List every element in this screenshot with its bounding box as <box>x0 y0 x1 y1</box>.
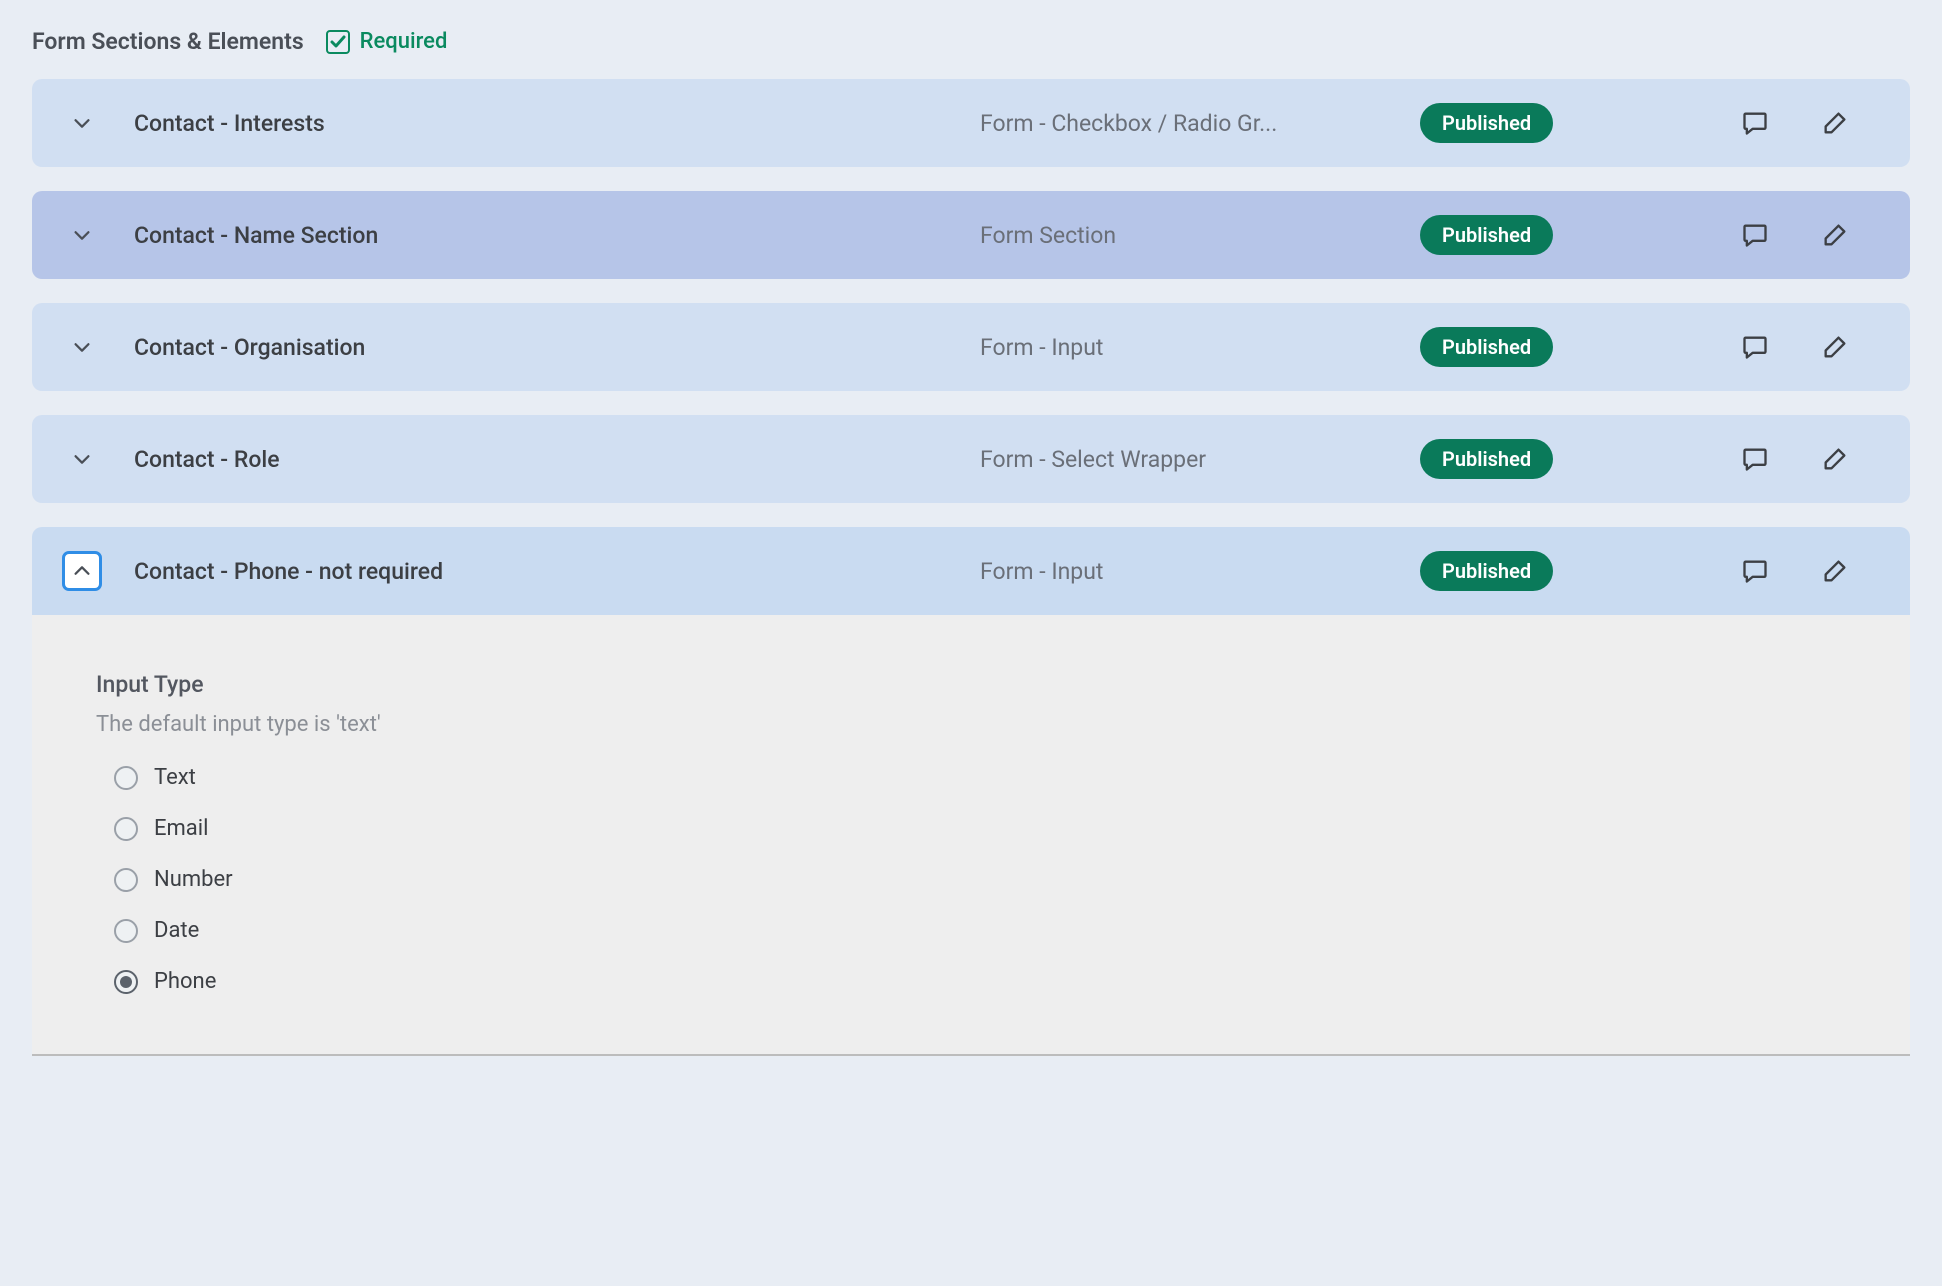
radio-option[interactable]: Date <box>114 918 1846 943</box>
status-badge: Published <box>1420 103 1553 143</box>
comment-icon <box>1741 445 1769 473</box>
row-type: Form - Input <box>980 334 1400 361</box>
comment-button[interactable] <box>1740 444 1770 474</box>
row-title: Contact - Role <box>134 446 960 473</box>
comment-icon <box>1741 557 1769 585</box>
checkbox-checked-icon <box>326 30 350 54</box>
row-title: Contact - Name Section <box>134 222 960 249</box>
row-title: Contact - Interests <box>134 110 960 137</box>
row-title: Contact - Organisation <box>134 334 960 361</box>
edit-icon <box>1821 445 1849 473</box>
edit-button[interactable] <box>1820 332 1850 362</box>
edit-button[interactable] <box>1820 444 1850 474</box>
radio-icon <box>114 868 138 892</box>
list-row[interactable]: Contact - Role Form - Select Wrapper Publi… <box>32 415 1910 503</box>
rows-container: Contact - Interests Form - Checkbox / Rad… <box>0 79 1942 615</box>
radio-icon <box>114 766 138 790</box>
radio-icon <box>114 817 138 841</box>
expand-toggle[interactable] <box>62 327 102 367</box>
row-type: Form Section <box>980 222 1400 249</box>
expand-toggle[interactable] <box>62 551 102 591</box>
panel-description: The default input type is 'text' <box>96 712 1846 737</box>
edit-button[interactable] <box>1820 556 1850 586</box>
comment-button[interactable] <box>1740 556 1770 586</box>
required-indicator: Required <box>326 29 448 54</box>
radio-option[interactable]: Number <box>114 867 1846 892</box>
row-title: Contact - Phone - not required <box>134 558 960 585</box>
comment-button[interactable] <box>1740 220 1770 250</box>
chevron-up-icon <box>71 560 93 582</box>
status-badge: Published <box>1420 439 1553 479</box>
radio-label: Email <box>154 816 208 841</box>
radio-icon <box>114 919 138 943</box>
input-type-radio-group: Text Email Number Date Phone <box>96 765 1846 994</box>
comment-icon <box>1741 333 1769 361</box>
section-title: Form Sections & Elements <box>32 28 304 55</box>
comment-button[interactable] <box>1740 108 1770 138</box>
edit-icon <box>1821 221 1849 249</box>
edit-icon <box>1821 557 1849 585</box>
input-type-panel: Input Type The default input type is 'te… <box>32 615 1910 1056</box>
list-row[interactable]: Contact - Organisation Form - Input Publis… <box>32 303 1910 391</box>
radio-label: Date <box>154 918 199 943</box>
radio-option[interactable]: Phone <box>114 969 1846 994</box>
comment-button[interactable] <box>1740 332 1770 362</box>
chevron-down-icon <box>71 448 93 470</box>
chevron-down-icon <box>71 336 93 358</box>
expand-toggle[interactable] <box>62 215 102 255</box>
radio-icon <box>114 970 138 994</box>
edit-button[interactable] <box>1820 220 1850 250</box>
radio-label: Number <box>154 867 233 892</box>
list-row[interactable]: Contact - Name Section Form Section Publis… <box>32 191 1910 279</box>
expand-toggle[interactable] <box>62 439 102 479</box>
edit-icon <box>1821 333 1849 361</box>
comment-icon <box>1741 109 1769 137</box>
radio-label: Phone <box>154 969 216 994</box>
status-badge: Published <box>1420 551 1553 591</box>
section-header: Form Sections & Elements Required <box>0 20 1942 79</box>
row-type: Form - Input <box>980 558 1400 585</box>
chevron-down-icon <box>71 224 93 246</box>
panel-title: Input Type <box>96 671 1846 698</box>
edit-button[interactable] <box>1820 108 1850 138</box>
list-row[interactable]: Contact - Interests Form - Checkbox / Rad… <box>32 79 1910 167</box>
radio-option[interactable]: Email <box>114 816 1846 841</box>
chevron-down-icon <box>71 112 93 134</box>
comment-icon <box>1741 221 1769 249</box>
row-type: Form - Select Wrapper <box>980 446 1400 473</box>
status-badge: Published <box>1420 327 1553 367</box>
expand-toggle[interactable] <box>62 103 102 143</box>
list-row[interactable]: Contact - Phone - not required Form - Inp… <box>32 527 1910 615</box>
radio-label: Text <box>154 765 196 790</box>
required-label: Required <box>360 29 448 54</box>
radio-option[interactable]: Text <box>114 765 1846 790</box>
row-type: Form - Checkbox / Radio Gr... <box>980 110 1400 137</box>
edit-icon <box>1821 109 1849 137</box>
status-badge: Published <box>1420 215 1553 255</box>
